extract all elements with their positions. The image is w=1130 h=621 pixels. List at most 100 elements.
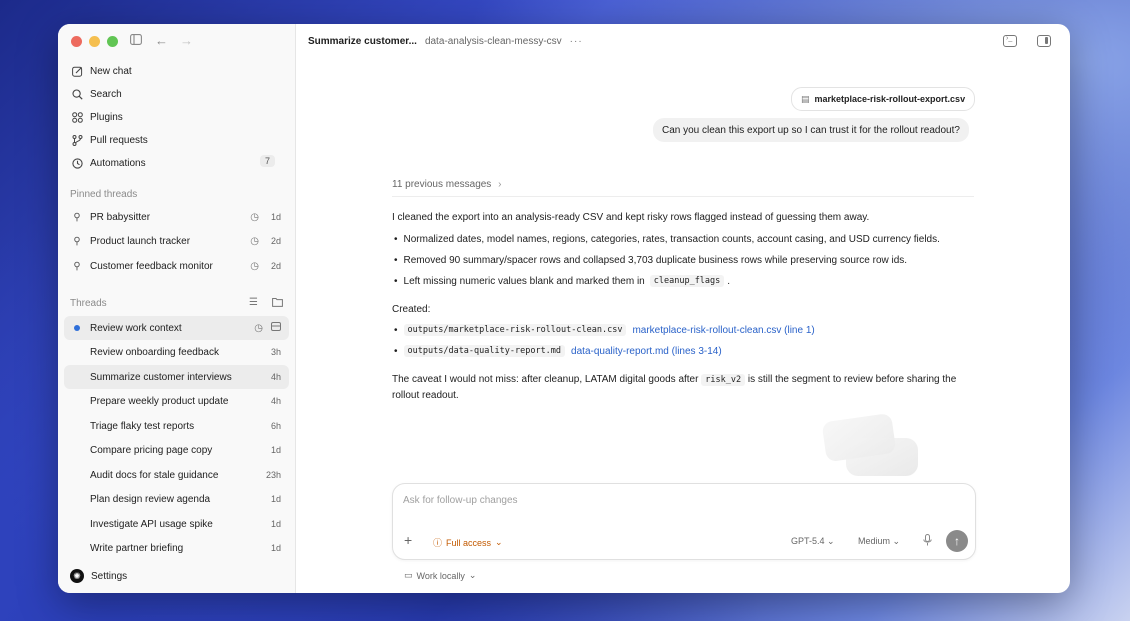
new-chat-icon [70, 66, 84, 77]
file-link[interactable]: data-quality-report.md (lines 3-14) [571, 346, 722, 357]
zoom-window-button[interactable] [107, 36, 118, 47]
reasoning-effort-selector[interactable]: Medium ⌄ [858, 536, 900, 547]
thread-row[interactable]: Audit docs for stale guidance 23h [64, 463, 289, 487]
pinned-thread-row[interactable]: ⚲ Customer feedback monitor ◷ 2d [64, 254, 289, 278]
app-window: ← → New chat Search Plugins Pull request… [58, 24, 1070, 593]
sidebar-toggle-icon[interactable] [130, 34, 142, 48]
thread-row[interactable]: Write partner briefing 1d [64, 536, 289, 560]
follow-up-input[interactable]: Ask for follow-up changes [403, 495, 518, 506]
arrow-up-icon: ↑ [954, 534, 960, 548]
microphone-icon[interactable] [923, 534, 932, 549]
sidebar-item-new-chat[interactable]: New chat [70, 61, 132, 81]
thread-time: 1d [270, 543, 281, 553]
list-item: • Left missing numeric values blank and m… [394, 275, 731, 287]
clock-icon [70, 157, 84, 169]
settings-label: Settings [91, 570, 128, 582]
thread-title: Summarize customer interviews [90, 371, 232, 383]
right-panel-toggle-icon[interactable] [1037, 35, 1051, 47]
thread-row[interactable]: Review onboarding feedback 3h [64, 340, 289, 364]
thread-time: 2d [270, 236, 281, 246]
minimize-window-button[interactable] [89, 36, 100, 47]
clock-icon[interactable]: ◷ [254, 323, 263, 334]
previous-messages-toggle[interactable]: 11 previous messages › [392, 179, 501, 190]
work-location-dropdown[interactable]: ▭ Work locally ⌄ [404, 570, 476, 581]
list-item: • outputs/data-quality-report.md data-qu… [394, 345, 722, 357]
sidebar-item-pull-requests[interactable]: Pull requests [70, 130, 148, 150]
archive-icon[interactable] [271, 322, 281, 334]
thread-row-selected[interactable]: Summarize customer interviews 4h [64, 365, 289, 389]
active-indicator-dot [70, 325, 84, 331]
caveat-text: The caveat I would not miss: after clean… [392, 374, 699, 385]
thread-row[interactable]: Review work context ◷ [64, 316, 289, 340]
window-controls [71, 36, 118, 47]
sidebar-item-label: New chat [90, 65, 132, 77]
thread-row[interactable]: Compare pricing page copy 1d [64, 438, 289, 462]
bullet-text: Removed 90 summary/spacer rows and colla… [403, 255, 908, 266]
caveat-paragraph: The caveat I would not miss: after clean… [392, 372, 982, 404]
inline-code: risk_v2 [701, 374, 746, 386]
attachment-chip[interactable]: ▤ marketplace-risk-rollout-export.csv [791, 87, 976, 111]
app-logo-icon: ✺ [70, 569, 84, 583]
effort-label: Medium [858, 536, 891, 546]
add-attachment-icon[interactable]: + [404, 532, 412, 548]
divider [392, 196, 974, 197]
project-name[interactable]: data-analysis-clean-messy-csv [425, 36, 562, 47]
sidebar-item-search[interactable]: Search [70, 84, 122, 104]
chevron-right-icon: › [498, 179, 502, 190]
more-options-icon[interactable]: ··· [570, 36, 583, 47]
pull-request-icon [70, 134, 84, 146]
close-window-button[interactable] [71, 36, 82, 47]
bullet-text: Left missing numeric values blank and ma… [403, 275, 645, 287]
pinned-thread-row[interactable]: ⚲ Product launch tracker ◷ 2d [64, 229, 289, 253]
caveat-text: is still the segment to review before sh… [747, 374, 957, 385]
sidebar-item-automations[interactable]: Automations 7 [70, 153, 283, 173]
thread-row[interactable]: Triage flaky test reports 6h [64, 414, 289, 438]
pinned-threads-heading: Pinned threads [70, 189, 138, 200]
new-folder-icon[interactable] [272, 297, 283, 310]
chevron-down-icon: ⌄ [468, 570, 477, 580]
thread-title: Compare pricing page copy [90, 444, 213, 456]
thread-row[interactable]: Prepare weekly product update 4h [64, 389, 289, 413]
forward-arrow-icon[interactable]: → [180, 34, 193, 48]
thread-time: 2d [270, 261, 281, 271]
sidebar-item-plugins[interactable]: Plugins [70, 107, 123, 127]
file-link[interactable]: marketplace-risk-rollout-clean.csv (line… [632, 325, 814, 336]
access-level-dropdown[interactable]: ⓘ Full access ⌄ [433, 536, 503, 549]
sidebar-item-label: Search [90, 88, 122, 100]
work-locally-label: Work locally [416, 570, 465, 581]
thread-title: PR babysitter [90, 211, 151, 223]
thread-title: Customer feedback monitor [90, 260, 213, 272]
file-path-code: outputs/marketplace-risk-rollout-clean.c… [403, 324, 627, 336]
thread-row[interactable]: Plan design review agenda 1d [64, 487, 289, 511]
thread-time: 1d [270, 445, 281, 455]
attachment-filename: marketplace-risk-rollout-export.csv [814, 94, 966, 104]
pinned-thread-row[interactable]: ⚲ PR babysitter ◷ 1d [64, 205, 289, 229]
sidebar-item-label: Plugins [90, 111, 123, 123]
inline-code: cleanup_flags [649, 275, 725, 287]
clock-icon: ◷ [250, 211, 259, 223]
clock-icon: ◷ [250, 235, 259, 247]
bullet-text: Normalized dates, model names, regions, … [403, 234, 940, 245]
list-item: • outputs/marketplace-risk-rollout-clean… [394, 324, 815, 336]
thread-time: 1d [270, 494, 281, 504]
file-path-code: outputs/data-quality-report.md [403, 345, 566, 357]
thread-title-heading: Summarize customer... [308, 36, 417, 47]
thread-title: Investigate API usage spike [90, 518, 213, 530]
thread-row[interactable]: Investigate API usage spike 1d [64, 512, 289, 536]
model-selector[interactable]: GPT-5.4 ⌄ [791, 536, 835, 547]
filter-icon[interactable]: ☰ [249, 297, 258, 308]
thread-title: Plan design review agenda [90, 493, 211, 505]
terminal-icon[interactable]: ›_ [1003, 35, 1017, 47]
clock-icon: ◷ [250, 260, 259, 272]
thread-title: Prepare weekly product update [90, 395, 229, 407]
warning-shield-icon: ⓘ [433, 538, 443, 548]
thread-time: 4h [270, 396, 281, 406]
send-button[interactable]: ↑ [946, 530, 968, 552]
chevron-down-icon: ⌄ [827, 536, 835, 546]
laptop-icon: ▭ [404, 570, 413, 580]
thread-time: 23h [265, 470, 281, 480]
chevron-down-icon: ⌄ [892, 536, 901, 546]
settings-button[interactable]: ✺ Settings [70, 569, 127, 583]
back-arrow-icon[interactable]: ← [155, 34, 168, 48]
chevron-down-icon: ⌄ [495, 537, 503, 547]
